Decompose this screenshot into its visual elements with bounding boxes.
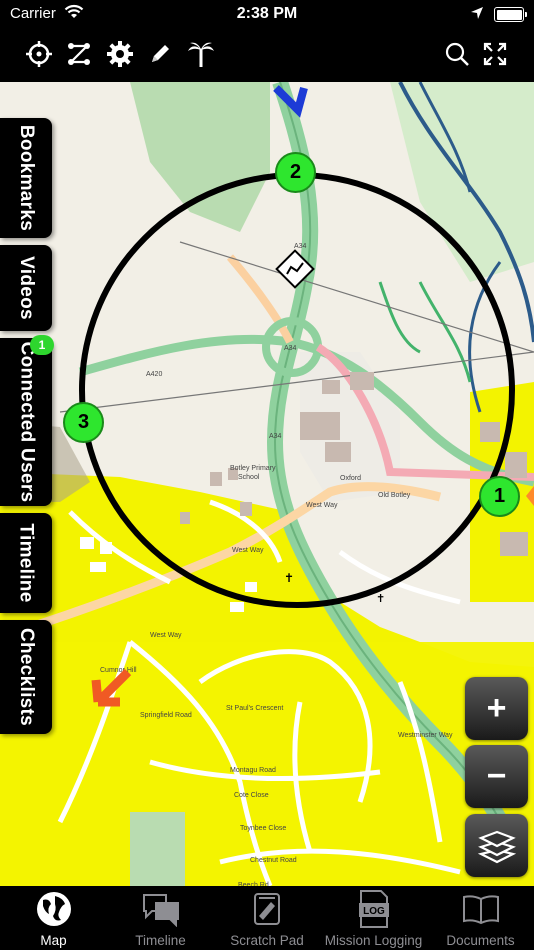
svg-text:Chestnut Road: Chestnut Road — [250, 857, 297, 864]
svg-text:A34: A34 — [269, 433, 282, 440]
zoom-out-button[interactable]: − — [465, 745, 528, 808]
svg-text:Springfield Road: Springfield Road — [140, 712, 192, 719]
speech-bubbles-icon — [142, 894, 179, 927]
tab-mission-logging[interactable]: LOG Mission Logging — [320, 886, 427, 950]
svg-text:✝: ✝ — [376, 593, 385, 605]
side-tab-videos[interactable]: Videos — [0, 245, 52, 331]
search-icon[interactable] — [440, 37, 474, 71]
svg-text:Botley Primary: Botley Primary — [230, 465, 276, 472]
zoom-in-button[interactable]: + — [465, 677, 528, 740]
log-icon: LOG — [358, 890, 389, 928]
waypoint-2[interactable]: 2 — [275, 152, 316, 193]
fullscreen-icon[interactable] — [478, 37, 512, 71]
palm-tree-icon[interactable] — [184, 37, 218, 71]
location-arrow-icon — [470, 6, 484, 24]
clock: 2:38 PM — [236, 5, 298, 22]
svg-text:Toynbee Close: Toynbee Close — [240, 825, 286, 832]
waypoint-1[interactable]: 1 — [479, 476, 520, 517]
side-tab-checklists[interactable]: Checklists — [0, 620, 52, 734]
svg-text:School: School — [238, 474, 260, 481]
tab-scratch-pad[interactable]: Scratch Pad — [214, 886, 320, 950]
crosshair-icon[interactable] — [22, 37, 56, 71]
side-tab-connected-users[interactable]: Connected Users — [0, 338, 52, 506]
svg-text:Westminster Way: Westminster Way — [398, 732, 453, 739]
status-bar: Carrier 2:38 PM — [0, 0, 534, 28]
svg-text:Cote Close: Cote Close — [234, 792, 269, 799]
top-toolbar — [0, 28, 534, 82]
globe-icon — [36, 892, 71, 926]
svg-text:A420: A420 — [146, 371, 162, 378]
svg-text:Oxford: Oxford — [340, 475, 361, 482]
svg-text:✝: ✝ — [284, 571, 294, 585]
battery-icon — [494, 7, 527, 22]
svg-text:LOG: LOG — [363, 906, 385, 917]
scratch-pad-icon — [254, 893, 280, 925]
layers-icon — [477, 830, 516, 863]
tab-timeline[interactable]: Timeline — [107, 886, 214, 950]
svg-text:Montagu Road: Montagu Road — [230, 767, 276, 774]
svg-text:West Way: West Way — [306, 502, 338, 509]
layers-button[interactable] — [465, 814, 528, 877]
svg-text:A34: A34 — [294, 243, 307, 250]
pencil-icon[interactable] — [143, 37, 177, 71]
svg-text:St Paul's Crescent: St Paul's Crescent — [226, 705, 283, 712]
waypoint-3[interactable]: 3 — [63, 402, 104, 443]
svg-text:Old Botley: Old Botley — [378, 492, 411, 499]
bottom-tab-bar: Map Timeline Scratch Pad LOG Mission Log… — [0, 886, 534, 950]
svg-text:West Way: West Way — [150, 632, 182, 639]
connected-users-badge: 1 — [30, 335, 54, 355]
side-tab-bookmarks[interactable]: Bookmarks — [0, 118, 52, 238]
side-tab-timeline[interactable]: Timeline — [0, 513, 52, 613]
tab-map[interactable]: Map — [0, 886, 107, 950]
map-view[interactable]: A34 A34 A34 A420 West Way West Way Old Botle… — [0, 82, 534, 886]
gear-icon[interactable] — [103, 37, 137, 71]
svg-text:A34: A34 — [284, 345, 297, 352]
book-icon — [462, 895, 499, 925]
svg-text:West Way: West Way — [232, 547, 264, 554]
tab-documents[interactable]: Documents — [427, 886, 534, 950]
route-icon[interactable] — [62, 37, 96, 71]
svg-text:Cumnor Hill: Cumnor Hill — [100, 667, 137, 674]
